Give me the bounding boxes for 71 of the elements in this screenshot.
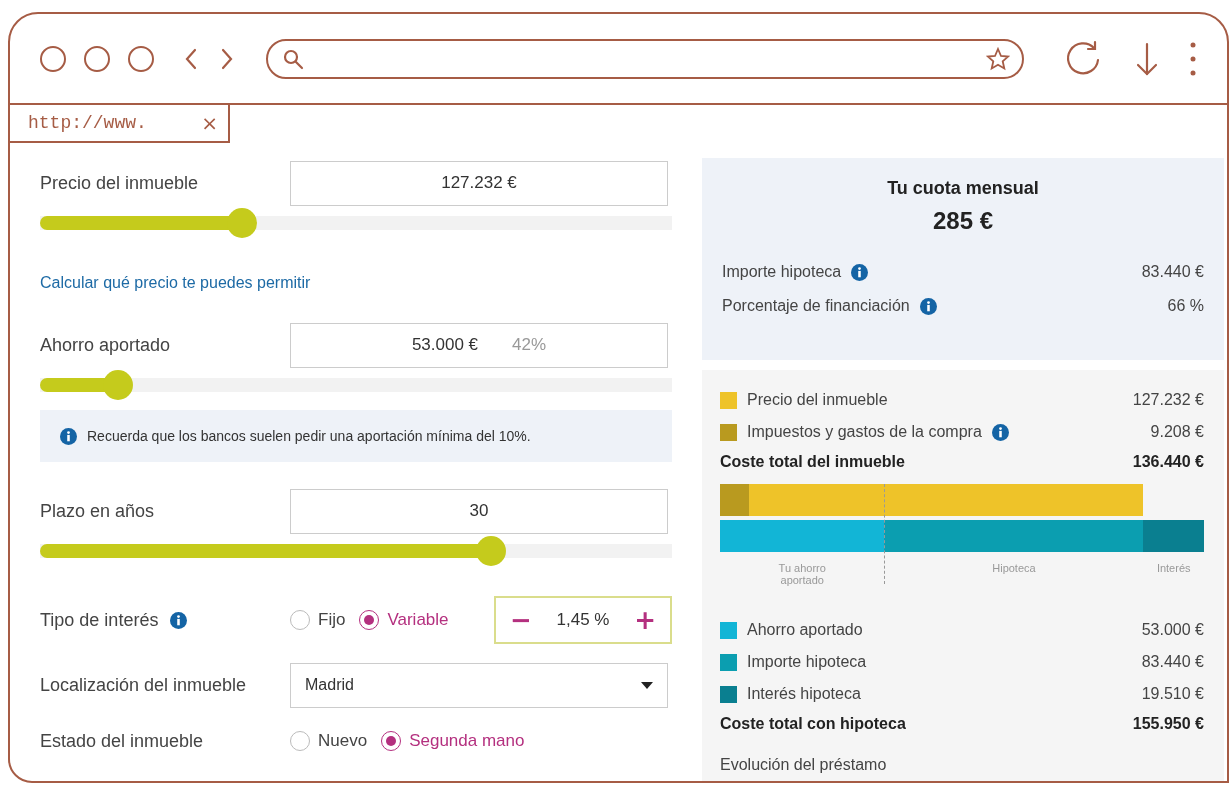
legend-value: 127.232 € <box>1132 391 1204 409</box>
legend-label: Impuestos y gastos de la compra <box>747 423 982 441</box>
note-text: Recuerda que los bancos suelen pedir una aportación mínima del 10%. <box>87 428 531 444</box>
summary-label: Importe hipoteca <box>722 263 842 281</box>
bar-label: Hipoteca <box>992 561 1036 576</box>
slider-thumb[interactable] <box>227 208 258 238</box>
slider[interactable] <box>40 208 672 238</box>
radio-label: Fijo <box>318 610 346 630</box>
field-label: Precio del inmueble <box>40 172 200 194</box>
window-button[interactable] <box>128 45 154 72</box>
address-bar[interactable] <box>266 38 1024 79</box>
monthly-amount: 285 € <box>931 207 995 235</box>
legend-value: 83.440 € <box>1141 653 1204 671</box>
close-icon[interactable]: × <box>201 111 218 135</box>
field-label: Ahorro aportado <box>40 334 172 356</box>
bar-label: Interés <box>1156 561 1191 576</box>
more-icon[interactable] <box>1190 41 1196 76</box>
caret-icon <box>641 681 653 689</box>
slider-thumb[interactable] <box>475 536 506 566</box>
window-button[interactable] <box>84 45 110 72</box>
total-value: 155.950 € <box>1132 715 1204 733</box>
total-value: 136.440 € <box>1132 453 1204 471</box>
slider[interactable] <box>40 536 672 566</box>
legend-value: 19.510 € <box>1141 685 1204 703</box>
star-icon[interactable] <box>986 46 1010 71</box>
summary-title: Tu cuota mensual <box>886 178 1040 199</box>
search-icon[interactable] <box>282 47 304 70</box>
radio-button[interactable] <box>290 610 310 630</box>
plus-button[interactable]: + <box>634 605 656 635</box>
summary-value: 83.440 € <box>1141 263 1204 281</box>
legend-label: Ahorro aportado <box>747 621 863 639</box>
minus-button[interactable]: − <box>510 605 532 635</box>
radio-label: Nuevo <box>318 731 368 751</box>
download-icon[interactable] <box>1134 40 1160 77</box>
total-label: Coste total con hipoteca <box>720 715 906 733</box>
tab-url: http://www. <box>28 113 147 133</box>
total-label: Coste total del inmueble <box>720 453 905 471</box>
field-label: Estado del inmueble <box>40 730 204 752</box>
section-title: Evolución del préstamo <box>720 756 888 774</box>
info-icon[interactable] <box>170 611 188 629</box>
slider-thumb[interactable] <box>103 370 134 400</box>
input-field[interactable]: 30 <box>290 488 668 534</box>
radio-button[interactable] <box>381 731 402 751</box>
radio-button[interactable] <box>359 610 380 630</box>
rate-value: 1,45 % <box>556 610 610 630</box>
calculate-link[interactable]: Calcular qué precio te puedes permitir <box>40 274 311 292</box>
legend-label: Importe hipoteca <box>747 653 867 671</box>
info-icon[interactable] <box>919 297 937 315</box>
summary-label: Porcentaje de financiación <box>722 297 910 315</box>
bar-label: Tu ahorro aportado <box>777 561 827 588</box>
rate-stepper[interactable]: − 1,45 % + <box>494 596 672 644</box>
info-icon[interactable] <box>851 263 869 281</box>
radio-button[interactable] <box>290 731 310 751</box>
radio-label: Variable <box>387 610 449 630</box>
summary-value: 66 % <box>1167 297 1204 315</box>
slider[interactable] <box>40 370 672 400</box>
legend-value: 53.000 € <box>1141 621 1204 639</box>
field-label: Tipo de interés <box>40 609 159 631</box>
legend-label: Interés hipoteca <box>747 685 861 703</box>
input-field[interactable]: 53.000 € 42% <box>290 322 668 368</box>
radio-label: Segunda mano <box>409 731 525 751</box>
legend-label: Precio del inmueble <box>747 391 888 409</box>
input-field[interactable]: 127.232 € <box>290 160 668 206</box>
field-label: Plazo en años <box>40 500 156 522</box>
info-icon[interactable] <box>991 423 1009 441</box>
legend-value: 9.208 € <box>1150 423 1204 441</box>
field-label: Localización del inmueble <box>40 674 248 696</box>
location-dropdown[interactable]: Madrid <box>290 662 668 708</box>
browser-tab[interactable]: http://www. × <box>10 105 230 143</box>
window-button[interactable] <box>40 45 66 72</box>
info-icon[interactable] <box>60 427 77 445</box>
